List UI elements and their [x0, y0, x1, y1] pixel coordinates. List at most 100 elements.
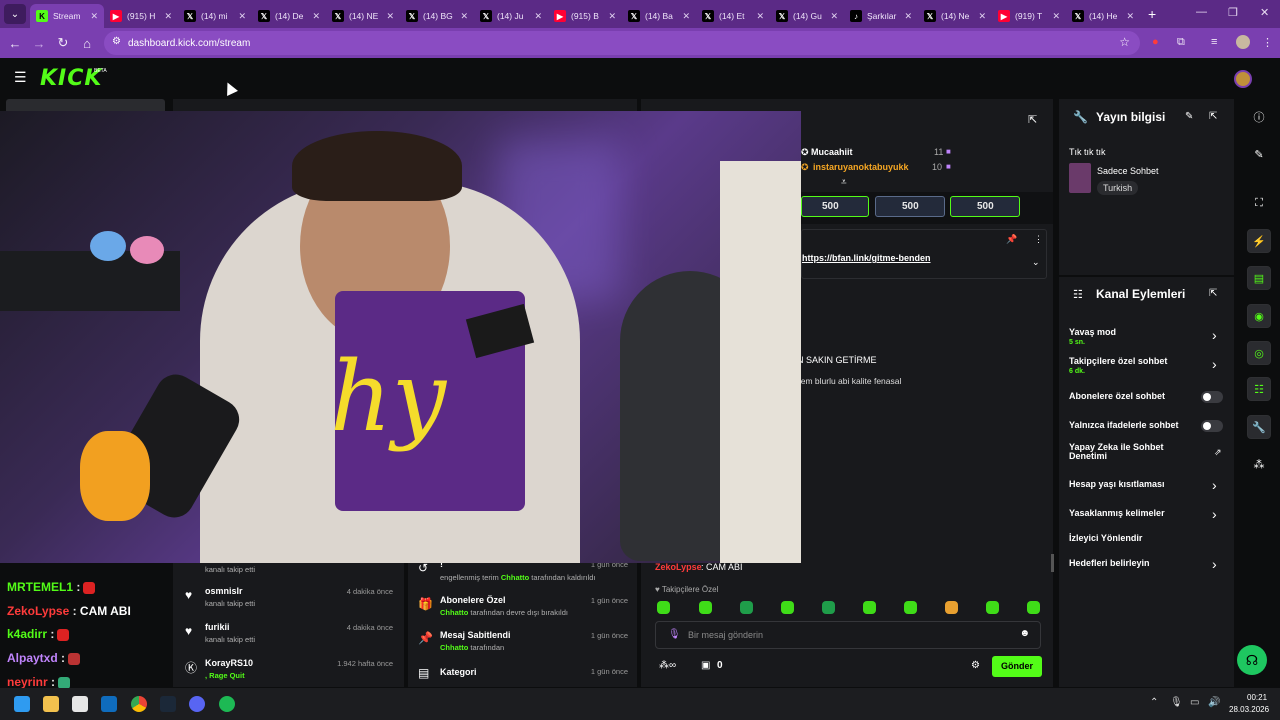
menu-dots-icon[interactable]: ⋮ [1262, 36, 1273, 49]
reading-list-icon[interactable]: ≡ [1211, 36, 1217, 48]
extensions-puzzle-icon[interactable]: ⧉ [1177, 36, 1185, 49]
bookmark-star-icon[interactable]: ☆ [1119, 35, 1130, 49]
edit-icon[interactable]: ✎ [1247, 142, 1271, 166]
chrome-icon[interactable] [131, 696, 147, 712]
followers-only-label[interactable]: Takipçilere özel sohbet [1069, 356, 1167, 366]
tray-chevron-icon[interactable]: ⌃ [1150, 697, 1158, 708]
external-link-icon[interactable]: ⇗ [1214, 447, 1222, 458]
chevron-right-icon[interactable]: › [1212, 327, 1217, 343]
support-headset-icon[interactable]: ☊ [1237, 645, 1267, 675]
tab-close-icon[interactable]: ✕ [978, 11, 986, 22]
microphone-tray-icon[interactable]: 🎙 [1170, 697, 1183, 708]
tab-close-icon[interactable]: ✕ [756, 11, 764, 22]
share-icon[interactable]: ⁂∞ [659, 660, 676, 671]
clock-date[interactable]: 28.03.2026 [1229, 705, 1269, 714]
webcam-video-overlay[interactable]: hy [0, 111, 801, 563]
new-tab-button[interactable]: + [1148, 6, 1156, 22]
tab-close-icon[interactable]: ✕ [312, 11, 320, 22]
emote[interactable] [904, 601, 917, 614]
subscribers-only-toggle[interactable] [1201, 391, 1223, 403]
chat-settings-icon[interactable]: ⚙ [971, 660, 980, 671]
emote[interactable] [740, 601, 753, 614]
slow-mode-label[interactable]: Yavaş mod [1069, 327, 1116, 337]
emoji-icon[interactable]: ☻ [1019, 628, 1030, 639]
tab-close-icon[interactable]: ✕ [830, 11, 838, 22]
home-icon[interactable]: ⌂ [75, 36, 99, 51]
emote[interactable] [863, 601, 876, 614]
tab-search-icon[interactable]: ⌄ [4, 4, 26, 24]
site-info-icon[interactable]: ⚙ [112, 36, 121, 47]
browser-tab[interactable]: ▶ (915) B ✕ [548, 4, 622, 28]
popout-icon[interactable]: ⇱ [1028, 113, 1037, 126]
chevron-right-icon[interactable]: › [1212, 356, 1217, 372]
edit-pencil-icon[interactable]: ✎ [1185, 111, 1193, 122]
chat-scrollbar[interactable] [1051, 554, 1054, 572]
maximize-icon[interactable]: ❐ [1228, 6, 1238, 19]
info-icon[interactable]: ⓘ [1247, 105, 1271, 129]
browser-tab[interactable]: 𝕏 (14) NE ✕ [326, 4, 400, 28]
tab-close-icon[interactable]: ✕ [386, 11, 394, 22]
wrench-icon[interactable]: 🔧 [1247, 415, 1271, 439]
pin-icon[interactable]: 📌 [1006, 234, 1017, 245]
browser-tab[interactable]: 𝕏 (14) Et ✕ [696, 4, 770, 28]
extension-icon[interactable]: ● [1152, 36, 1159, 48]
emotes-only-toggle[interactable] [1201, 420, 1223, 432]
browser-tab[interactable]: 𝕏 (14) BG ✕ [400, 4, 474, 28]
ai-moderation-label[interactable]: Yapay Zeka ile Sohbet Denetimi [1069, 443, 1179, 461]
account-age-label[interactable]: Hesap yaşı kısıtlaması [1069, 479, 1165, 489]
tab-close-icon[interactable]: ✕ [682, 11, 690, 22]
network-icon[interactable]: ▭ [1190, 697, 1199, 708]
category-name[interactable]: Sadece Sohbet [1097, 166, 1159, 176]
send-button[interactable]: Gönder [992, 656, 1042, 677]
chevron-right-icon[interactable]: › [1212, 506, 1217, 522]
tab-close-icon[interactable]: ✕ [164, 11, 172, 22]
lightning-icon[interactable]: ⚡ [1247, 229, 1271, 253]
banned-words-label[interactable]: Yasaklanmış kelimeler [1069, 508, 1165, 518]
emote[interactable] [822, 601, 835, 614]
clock-time[interactable]: 00:21 [1247, 693, 1267, 702]
tab-close-icon[interactable]: ✕ [1126, 11, 1134, 22]
chevron-right-icon[interactable]: › [1212, 556, 1217, 572]
browser-tab[interactable]: ♪ Şarkılar ✕ [844, 4, 918, 28]
emote[interactable] [986, 601, 999, 614]
store-icon[interactable] [72, 696, 88, 712]
fullscreen-icon[interactable]: ⛶ [1247, 191, 1271, 215]
popout-icon[interactable]: ⇱ [1209, 111, 1217, 122]
address-bar[interactable]: ⚙ dashboard.kick.com/stream ☆ [104, 31, 1140, 55]
layout-icon[interactable]: ☷ [1247, 377, 1271, 401]
tab-close-icon[interactable]: ✕ [534, 11, 542, 22]
set-goals-label[interactable]: Hedefleri belirleyin [1069, 558, 1150, 568]
gift-pill[interactable]: 500 [801, 196, 869, 217]
tab-close-icon[interactable]: ✕ [90, 11, 98, 22]
emote[interactable] [657, 601, 670, 614]
windows-start-icon[interactable] [14, 696, 30, 712]
emote[interactable] [699, 601, 712, 614]
browser-tab[interactable]: 𝕏 (14) Ba ✕ [622, 4, 696, 28]
chat-username[interactable]: ZekoLypse [655, 562, 702, 572]
emote[interactable] [781, 601, 794, 614]
tab-close-icon[interactable]: ✕ [1052, 11, 1060, 22]
gift-pill[interactable]: 500 [875, 196, 945, 217]
browser-tab[interactable]: 𝕏 (14) De ✕ [252, 4, 326, 28]
tab-close-icon[interactable]: ✕ [460, 11, 468, 22]
profile-avatar[interactable] [1236, 35, 1250, 49]
forward-icon[interactable]: → [27, 36, 51, 51]
spotify-icon[interactable] [219, 696, 235, 712]
pinned-link[interactable]: https://bfan.link/gitme-benden [802, 253, 931, 263]
browser-tab[interactable]: 𝕏 (14) Ne ✕ [918, 4, 992, 28]
browser-tab[interactable]: ▶ (915) H ✕ [104, 4, 178, 28]
browser-tab[interactable]: 𝕏 (14) mi ✕ [178, 4, 252, 28]
microphone-icon[interactable]: 🎙 [668, 629, 681, 640]
share-nodes-icon[interactable]: ⁂ [1247, 452, 1271, 476]
chat-input[interactable]: 🎙 Bir mesaj gönderin ☻ [655, 621, 1041, 649]
close-window-icon[interactable]: ✕ [1260, 6, 1269, 19]
steam-icon[interactable] [160, 696, 176, 712]
browser-tab[interactable]: 𝕏 (14) Gu ✕ [770, 4, 844, 28]
notes-icon[interactable]: ▤ [1247, 266, 1271, 290]
tab-close-icon[interactable]: ✕ [904, 11, 912, 22]
popout-icon[interactable]: ⇱ [1209, 288, 1217, 299]
browser-tab[interactable]: K Stream ✕ [30, 4, 104, 28]
user-avatar[interactable] [1234, 70, 1252, 88]
minimize-icon[interactable]: — [1196, 6, 1207, 18]
browser-tab[interactable]: 𝕏 (14) He ✕ [1066, 4, 1140, 28]
